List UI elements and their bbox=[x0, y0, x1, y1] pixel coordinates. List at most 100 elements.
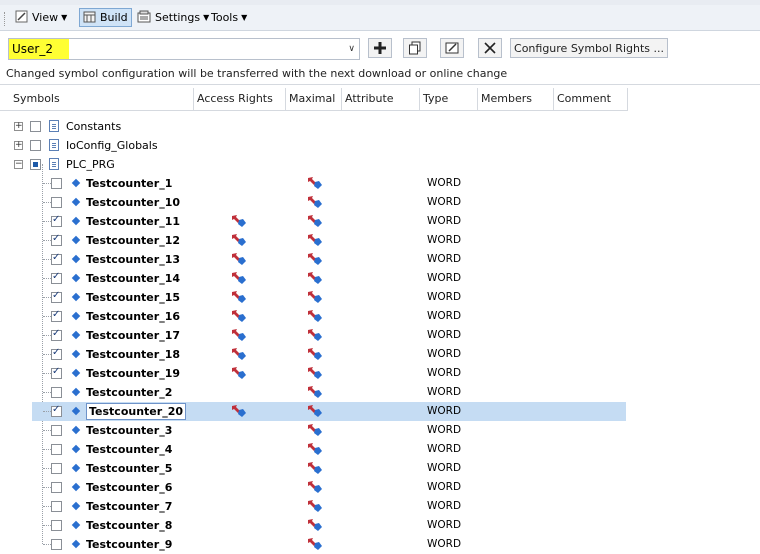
symbol-row[interactable]: Testcounter_13 WORD bbox=[0, 250, 760, 269]
symbol-row[interactable]: Testcounter_15 WORD bbox=[0, 288, 760, 307]
copy-icon bbox=[409, 41, 421, 55]
symbol-checkbox[interactable] bbox=[51, 271, 62, 284]
tree-guide-branch bbox=[43, 183, 51, 184]
expander-icon[interactable]: + bbox=[14, 122, 23, 131]
symbol-checkbox[interactable] bbox=[51, 463, 62, 474]
tree-node-label: Constants bbox=[66, 120, 122, 133]
symbol-row[interactable]: Testcounter_2 WORD bbox=[0, 383, 760, 402]
symbol-checkbox[interactable] bbox=[51, 404, 62, 417]
symbol-checkbox[interactable] bbox=[51, 328, 62, 341]
symbol-row[interactable]: Testcounter_20 WORD bbox=[0, 402, 760, 421]
tools-menu[interactable]: Tools ▼ bbox=[208, 8, 250, 27]
symbol-row[interactable]: Testcounter_10 WORD bbox=[0, 193, 760, 212]
toolbar-grip[interactable] bbox=[4, 12, 7, 26]
symbol-type: WORD bbox=[427, 272, 462, 284]
expander-icon[interactable]: − bbox=[14, 160, 23, 169]
tree-guide-branch bbox=[43, 411, 51, 412]
column-header-symbols[interactable]: Symbols bbox=[10, 88, 194, 110]
symbol-type: WORD bbox=[427, 329, 462, 341]
symbol-row[interactable]: Testcounter_9 WORD bbox=[0, 535, 760, 554]
expander-icon[interactable]: + bbox=[14, 141, 23, 150]
symbol-checkbox[interactable] bbox=[51, 197, 62, 208]
symbol-row[interactable]: Testcounter_4 WORD bbox=[0, 440, 760, 459]
tree-guide-branch bbox=[43, 297, 51, 298]
access-arrow-icon bbox=[307, 195, 323, 209]
column-header-members[interactable]: Members bbox=[478, 88, 554, 110]
symbol-checkbox[interactable] bbox=[51, 347, 62, 360]
access-arrow-icon bbox=[307, 537, 323, 551]
delete-button[interactable] bbox=[478, 38, 502, 58]
variable-icon bbox=[71, 235, 81, 245]
symbol-row[interactable]: Testcounter_7 WORD bbox=[0, 497, 760, 516]
access-arrow-icon bbox=[307, 290, 323, 304]
symbol-name: Testcounter_9 bbox=[86, 538, 173, 551]
tree-node[interactable]: + IoConfig_Globals bbox=[0, 136, 760, 155]
user-combobox[interactable]: User_2 ∨ bbox=[8, 38, 360, 60]
settings-menu[interactable]: Settings ▼ bbox=[134, 8, 212, 27]
symbol-checkbox[interactable] bbox=[51, 309, 62, 322]
build-button[interactable]: Build bbox=[79, 8, 132, 27]
column-header-access-rights[interactable]: Access Rights bbox=[194, 88, 286, 110]
access-arrow-icon bbox=[231, 233, 247, 247]
tree-node[interactable]: − PLC_PRG bbox=[0, 155, 760, 174]
access-arrow-icon bbox=[231, 347, 247, 361]
symbol-row[interactable]: Testcounter_17 WORD bbox=[0, 326, 760, 345]
column-header-maximal[interactable]: Maximal bbox=[286, 88, 342, 110]
access-arrow-icon bbox=[307, 518, 323, 532]
chevron-down-icon[interactable]: ∨ bbox=[348, 44, 355, 54]
tree-node[interactable]: + Constants bbox=[0, 117, 760, 136]
user-combobox-value: User_2 bbox=[9, 39, 69, 59]
symbol-row[interactable]: Testcounter_5 WORD bbox=[0, 459, 760, 478]
tree-guide-branch bbox=[43, 506, 51, 507]
symbol-checkbox[interactable] bbox=[51, 482, 62, 493]
symbol-checkbox[interactable] bbox=[51, 214, 62, 227]
column-header-attribute[interactable]: Attribute bbox=[342, 88, 420, 110]
access-arrow-icon bbox=[307, 233, 323, 247]
symbol-row[interactable]: Testcounter_6 WORD bbox=[0, 478, 760, 497]
symbol-row[interactable]: Testcounter_16 WORD bbox=[0, 307, 760, 326]
document-icon bbox=[49, 120, 59, 132]
symbol-checkbox[interactable] bbox=[51, 520, 62, 531]
access-arrow-icon bbox=[307, 176, 323, 190]
symbol-checkbox[interactable] bbox=[51, 501, 62, 512]
column-header-comment[interactable]: Comment bbox=[554, 88, 628, 110]
divider bbox=[0, 84, 760, 85]
tree-node-label: IoConfig_Globals bbox=[66, 139, 158, 152]
symbol-checkbox[interactable] bbox=[51, 233, 62, 246]
configure-symbol-rights-button[interactable]: Configure Symbol Rights ... bbox=[510, 38, 668, 58]
edit-button[interactable] bbox=[440, 38, 464, 58]
symbol-type: WORD bbox=[427, 367, 462, 379]
add-button[interactable] bbox=[368, 38, 392, 58]
view-menu[interactable]: View ▼ bbox=[12, 8, 70, 27]
toolbar: View ▼ Build Settings ▼ Tools ▼ bbox=[0, 5, 760, 31]
symbol-row[interactable]: Testcounter_11 WORD bbox=[0, 212, 760, 231]
symbol-row[interactable]: Testcounter_1 WORD bbox=[0, 174, 760, 193]
symbol-checkbox[interactable] bbox=[51, 444, 62, 455]
symbol-row[interactable]: Testcounter_8 WORD bbox=[0, 516, 760, 535]
symbol-name: Testcounter_5 bbox=[86, 462, 173, 475]
tools-label: Tools bbox=[211, 11, 239, 24]
variable-icon bbox=[71, 330, 81, 340]
tree-node-checkbox[interactable] bbox=[30, 121, 41, 132]
tree-guide-branch bbox=[43, 259, 51, 260]
symbol-row[interactable]: Testcounter_14 WORD bbox=[0, 269, 760, 288]
symbol-type: WORD bbox=[427, 481, 462, 493]
symbol-checkbox[interactable] bbox=[51, 178, 62, 189]
symbol-checkbox[interactable] bbox=[51, 366, 62, 379]
symbol-checkbox[interactable] bbox=[51, 290, 62, 303]
column-header-type[interactable]: Type bbox=[420, 88, 478, 110]
symbol-type: WORD bbox=[427, 291, 462, 303]
symbol-checkbox[interactable] bbox=[51, 252, 62, 265]
tree-node-checkbox[interactable] bbox=[30, 140, 41, 151]
copy-button[interactable] bbox=[403, 38, 427, 58]
symbol-row[interactable]: Testcounter_12 WORD bbox=[0, 231, 760, 250]
symbol-checkbox[interactable] bbox=[51, 387, 62, 398]
tree-node-checkbox[interactable] bbox=[30, 159, 41, 170]
symbol-checkbox[interactable] bbox=[51, 425, 62, 436]
symbol-row[interactable]: Testcounter_18 WORD bbox=[0, 345, 760, 364]
symbol-row[interactable]: Testcounter_3 WORD bbox=[0, 421, 760, 440]
variable-icon bbox=[71, 425, 81, 435]
symbol-type: WORD bbox=[427, 215, 462, 227]
variable-icon bbox=[71, 311, 81, 321]
symbol-row[interactable]: Testcounter_19 WORD bbox=[0, 364, 760, 383]
